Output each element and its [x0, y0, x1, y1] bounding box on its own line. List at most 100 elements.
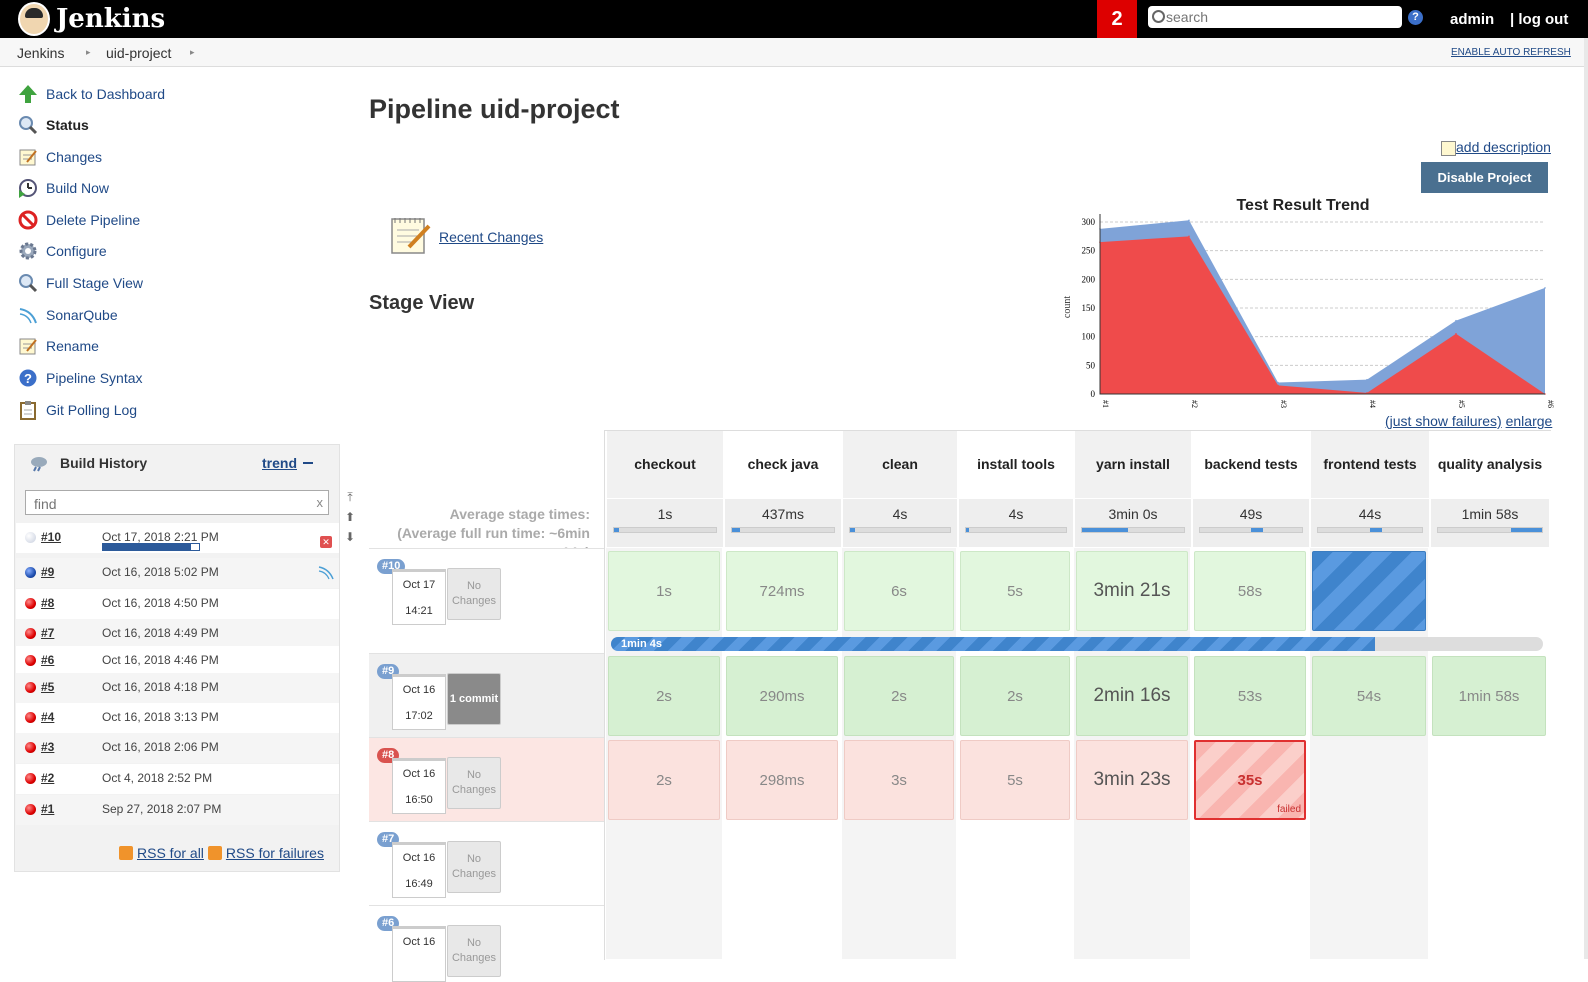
task-label[interactable]: Git Polling Log	[46, 402, 137, 418]
stage-cell[interactable]	[1432, 824, 1546, 904]
rss-failures-link[interactable]: RSS for failures	[226, 845, 324, 861]
recent-changes[interactable]: Recent Changes	[389, 214, 543, 259]
task-status[interactable]: Status	[18, 114, 89, 136]
stage-cell[interactable]: 3min 21s	[1076, 551, 1188, 631]
build-history-row[interactable]: #9 Oct 16, 2018 5:02 PM	[16, 558, 339, 588]
build-number-link[interactable]: #7	[41, 626, 54, 640]
collapse-icon[interactable]	[303, 462, 313, 464]
build-history-row[interactable]: #2 Oct 4, 2018 2:52 PM	[16, 764, 339, 794]
build-number-link[interactable]: #8	[41, 596, 54, 610]
build-number-link[interactable]: #1	[41, 802, 54, 816]
clear-icon[interactable]: x	[317, 495, 324, 510]
scroll-up-icon[interactable]: ⬆	[343, 510, 357, 526]
breadcrumb-project[interactable]: uid-project	[106, 45, 171, 61]
task-git-polling-log[interactable]: Git Polling Log	[18, 399, 137, 421]
build-number-link[interactable]: #4	[41, 710, 54, 724]
test-result-trend-chart[interactable]: Test Result Trend count 0 50 100 150 200 250 3…	[1060, 192, 1554, 412]
stage-cell[interactable]: 6s	[844, 551, 954, 631]
build-number-link[interactable]: #2	[41, 771, 54, 785]
task-full-stage-view[interactable]: Full Stage View	[18, 272, 143, 294]
build-date[interactable]: Oct 16, 2018 3:13 PM	[102, 710, 219, 724]
build-number-link[interactable]: #3	[41, 740, 54, 754]
stage-cell[interactable]	[844, 824, 954, 904]
stage-cell[interactable]: 53s	[1194, 656, 1306, 736]
build-date[interactable]: Oct 4, 2018 2:52 PM	[102, 771, 212, 785]
task-label[interactable]: SonarQube	[46, 307, 118, 323]
build-date[interactable]: Oct 16, 2018 4:49 PM	[102, 626, 219, 640]
stage-cell[interactable]: 2s	[608, 656, 720, 736]
breadcrumb-separator-icon[interactable]: ▸	[86, 47, 91, 58]
scroll-down-icon[interactable]: ⬇	[343, 530, 357, 546]
build-history-row[interactable]: #3 Oct 16, 2018 2:06 PM	[16, 733, 339, 763]
build-changes-box[interactable]: No Changes	[447, 568, 501, 620]
logout-link[interactable]: | log out	[1510, 11, 1568, 28]
page-scrollbar[interactable]	[1584, 38, 1588, 959]
build-history-row[interactable]: #8 Oct 16, 2018 4:50 PM	[16, 589, 339, 619]
task-label[interactable]: Changes	[46, 149, 102, 165]
search-input[interactable]	[1164, 8, 1398, 26]
build-number-link[interactable]: #6	[41, 653, 54, 667]
stage-cell[interactable]	[1194, 824, 1306, 904]
task-label[interactable]: Delete Pipeline	[46, 212, 140, 228]
stage-cell[interactable]: 3s	[844, 740, 954, 820]
build-date[interactable]: Oct 16, 2018 4:18 PM	[102, 680, 219, 694]
stage-cell[interactable]: 724ms	[726, 551, 838, 631]
trend-link[interactable]: trend	[262, 455, 297, 471]
find-input[interactable]	[32, 495, 306, 513]
build-date[interactable]: Oct 16, 2018 4:46 PM	[102, 653, 219, 667]
add-description[interactable]: add description	[1441, 139, 1551, 156]
task-label[interactable]: Configure	[46, 243, 107, 259]
stage-cell[interactable]	[960, 908, 1070, 968]
breadcrumb-separator-icon[interactable]: ▸	[190, 47, 195, 58]
build-changes-box[interactable]: No Changes	[447, 757, 501, 809]
stage-cell[interactable]	[1312, 908, 1426, 968]
stage-cell[interactable]	[1432, 551, 1546, 631]
jenkins-logo[interactable]: Jenkins	[18, 2, 165, 36]
user-link[interactable]: admin	[1450, 11, 1494, 28]
build-date[interactable]: Sep 27, 2018 2:07 PM	[102, 802, 221, 816]
build-history-row[interactable]: #6 Oct 16, 2018 4:46 PM	[16, 646, 339, 676]
recent-changes-link[interactable]: Recent Changes	[439, 229, 543, 245]
build-changes-box[interactable]: No Changes	[447, 925, 501, 977]
task-back-to-dashboard[interactable]: Back to Dashboard	[18, 83, 165, 105]
stage-cell[interactable]	[608, 824, 720, 904]
notification-badge[interactable]: 2	[1097, 0, 1137, 38]
build-changes-box[interactable]: 1 commit	[447, 673, 501, 725]
stage-cell[interactable]: 1min 58s	[1432, 656, 1546, 736]
add-description-link[interactable]: add description	[1456, 139, 1551, 155]
stage-cell[interactable]: 298ms	[726, 740, 838, 820]
task-label[interactable]: Rename	[46, 338, 99, 354]
scroll-top-icon[interactable]: ⤒	[343, 490, 357, 506]
stage-cell[interactable]: 3min 23s	[1076, 740, 1188, 820]
stage-cell[interactable]: 5s	[960, 551, 1070, 631]
build-history-row[interactable]: #4 Oct 16, 2018 3:13 PM	[16, 703, 339, 733]
task-pipeline-syntax[interactable]: ? Pipeline Syntax	[18, 367, 143, 389]
build-changes-box[interactable]: No Changes	[447, 841, 501, 893]
stage-cell[interactable]	[1076, 824, 1188, 904]
task-configure[interactable]: Configure	[18, 240, 107, 262]
build-number-link[interactable]: #5	[41, 680, 54, 694]
build-number-link[interactable]: #9	[41, 565, 54, 579]
build-date[interactable]: Oct 16, 2018 4:50 PM	[102, 596, 219, 610]
task-delete-pipeline[interactable]: Delete Pipeline	[18, 209, 140, 231]
stage-cell[interactable]: 58s	[1194, 551, 1306, 631]
cancel-build-icon[interactable]: ✕	[320, 536, 332, 548]
stage-cell[interactable]: 5s	[960, 740, 1070, 820]
stage-cell[interactable]	[1432, 908, 1546, 968]
stage-cell[interactable]	[960, 824, 1070, 904]
build-history-row[interactable]: #10 Oct 17, 2018 2:21 PM ✕	[16, 523, 339, 553]
build-date[interactable]: Oct 16, 2018 2:06 PM	[102, 740, 219, 754]
help-icon[interactable]: ?	[1408, 10, 1423, 25]
stage-cell[interactable]: 35s failed	[1194, 740, 1306, 820]
enable-auto-refresh-link[interactable]: ENABLE AUTO REFRESH	[1451, 47, 1571, 58]
stage-cell[interactable]	[1312, 824, 1426, 904]
stage-cell[interactable]	[1312, 740, 1426, 820]
stage-cell[interactable]: 1s	[608, 551, 720, 631]
build-progress-bar[interactable]	[102, 543, 200, 551]
build-history-row[interactable]: #5 Oct 16, 2018 4:18 PM	[16, 673, 339, 703]
find-field[interactable]: x	[25, 490, 329, 515]
task-sonarqube[interactable]: SonarQube	[18, 304, 118, 326]
stage-cell[interactable]	[844, 908, 954, 968]
just-show-failures-link[interactable]: (just show failures)	[1385, 413, 1502, 429]
stage-cell[interactable]: 2s	[960, 656, 1070, 736]
